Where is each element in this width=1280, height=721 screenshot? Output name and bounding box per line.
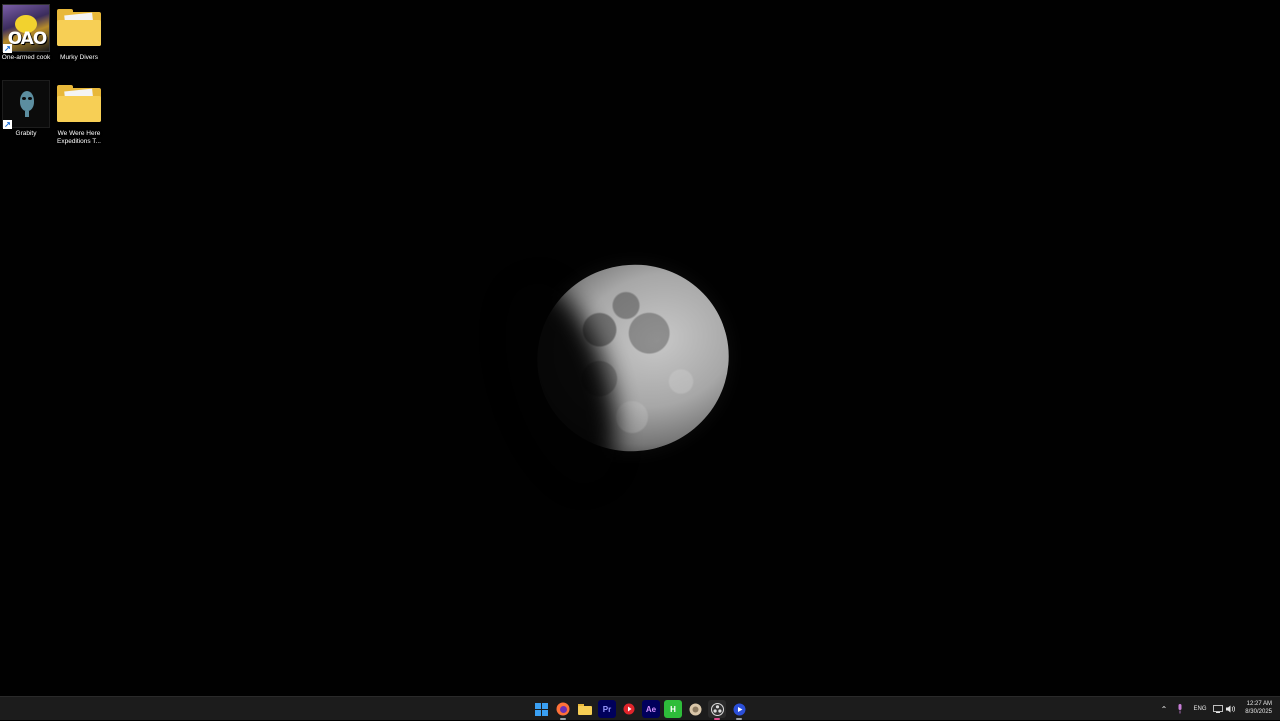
taskbar-media-player[interactable]: [730, 700, 748, 720]
desktop-icon-label: Murky Divers: [60, 54, 98, 61]
desktop-icon-grabity[interactable]: ↗ Grabity: [0, 80, 52, 138]
desktop-icon-label: We Were Here Expeditions T...: [57, 130, 101, 145]
taskbar-h-app[interactable]: H: [664, 700, 682, 718]
desktop: OAO ↗ One-armed cook Murky Divers ↗ Grab…: [0, 0, 1280, 696]
desktop-icon-one-armed-cook[interactable]: OAO ↗ One-armed cook: [0, 4, 52, 62]
clock[interactable]: 12:27 AM 8/30/2025: [1245, 700, 1272, 716]
microphone-icon: [1178, 704, 1182, 714]
game-icon: OAO ↗: [2, 4, 50, 53]
moon-wallpaper: [512, 239, 754, 477]
desktop-icon-label: One-armed cook: [1, 54, 51, 61]
shortcut-arrow-icon: ↗: [3, 44, 12, 53]
taskbar-after-effects[interactable]: Ae: [642, 700, 660, 718]
taskbar: Pr Ae H ⌃ ENG 12:27 AM 8/30/2025: [0, 696, 1280, 720]
taskbar-round-app[interactable]: [686, 700, 704, 718]
language-label: ENG: [1193, 706, 1207, 712]
taskbar-red-app[interactable]: [620, 700, 638, 718]
alien-icon: ↗: [2, 80, 50, 129]
taskbar-firefox[interactable]: [554, 700, 572, 720]
start-button[interactable]: [532, 700, 550, 718]
red-circle-icon: [623, 703, 635, 715]
shortcut-arrow-icon: ↗: [3, 120, 12, 129]
speaker-icon: [1226, 705, 1235, 713]
folder-icon: [578, 704, 592, 715]
obs-icon: [710, 702, 724, 716]
clock-date: 8/30/2025: [1245, 709, 1272, 715]
round-app-icon: [689, 703, 701, 715]
desktop-icon-murky-divers[interactable]: Murky Divers: [53, 4, 105, 62]
taskbar-obs[interactable]: [708, 700, 726, 720]
show-hidden-icons-button[interactable]: ⌃: [1158, 697, 1170, 721]
after-effects-icon: Ae: [645, 704, 657, 714]
microphone-button[interactable]: [1174, 697, 1186, 721]
folder-icon: [55, 4, 103, 52]
taskbar-file-explorer[interactable]: [576, 700, 594, 718]
network-button[interactable]: [1212, 697, 1224, 721]
clock-time: 12:27 AM: [1246, 701, 1272, 707]
premiere-icon: Pr: [602, 704, 612, 714]
h-icon: H: [670, 704, 676, 714]
desktop-icon-we-were-here[interactable]: We Were Here Expeditions T...: [53, 80, 105, 145]
taskbar-premiere-pro[interactable]: Pr: [598, 700, 616, 718]
language-indicator[interactable]: ENG: [1190, 697, 1210, 721]
volume-button[interactable]: [1225, 697, 1237, 721]
folder-icon: [55, 80, 103, 128]
firefox-icon: [556, 702, 570, 716]
desktop-icon-label: Grabity: [15, 130, 37, 137]
windows-logo-icon: [534, 702, 548, 716]
chevron-up-icon: ⌃: [1160, 704, 1168, 714]
network-icon: [1213, 705, 1223, 713]
play-icon: [733, 703, 745, 715]
